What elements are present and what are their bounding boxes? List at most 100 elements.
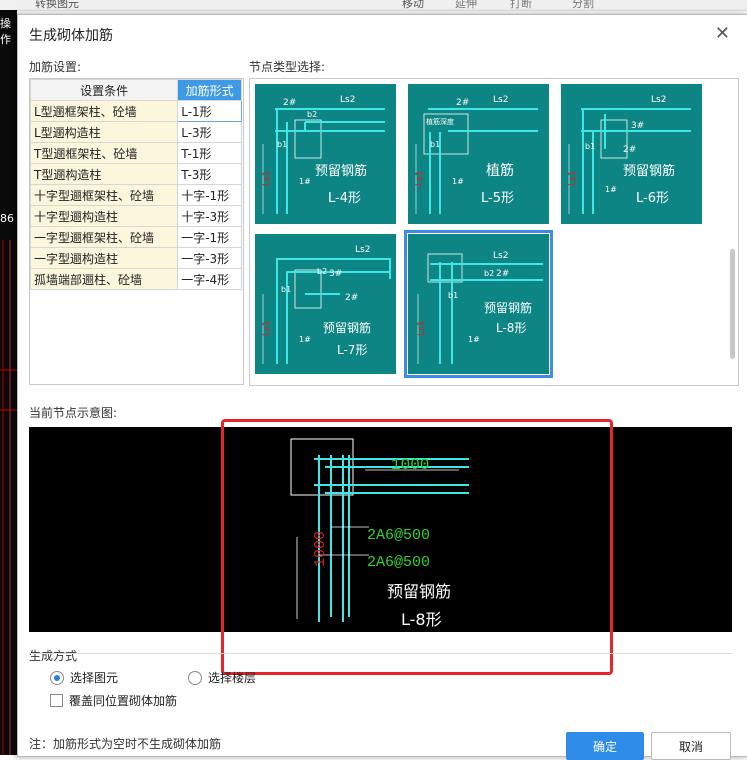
checkbox-icon[interactable]	[50, 694, 63, 707]
table-row[interactable]: 一字型逦框架柱、砼墙 一字-1形	[29, 226, 242, 248]
node-label: 2#	[496, 269, 509, 279]
node-l7-diagram: Ls2 b2 3# b1 2# 1# Ls1 预留钢筋 L-7形	[255, 234, 396, 374]
form-cell[interactable]: T-3形	[177, 163, 242, 185]
cancel-button[interactable]: 取消	[651, 732, 731, 760]
table-row[interactable]: T型逦构造柱 T-3形	[29, 163, 242, 185]
node-label: Ls2	[493, 95, 508, 105]
condition-cell: T型逦框架柱、砼墙	[29, 142, 179, 164]
node-label: Ls2	[340, 95, 355, 105]
form-cell[interactable]: L-1形	[177, 100, 242, 122]
current-node-label: 当前节点示意图:	[29, 406, 118, 420]
condition-cell: L型逦构造柱	[29, 121, 179, 143]
node-option-l5[interactable]: 2# Ls2 植筋深度 b1 1# Ls1 植筋 L-5形	[408, 84, 549, 224]
highlight-box	[221, 419, 613, 675]
node-option-l8[interactable]: Ls2 b2 2# b1 1# Ls1 预留钢筋 L-8形	[404, 230, 553, 378]
form-cell[interactable]: T-1形	[177, 142, 242, 164]
node-form: L-6形	[636, 191, 669, 206]
node-label: Ls2	[355, 245, 370, 255]
node-label: 1#	[468, 335, 480, 344]
radio-unselected-icon[interactable]	[188, 670, 202, 685]
node-label: 1#	[605, 185, 617, 194]
condition-cell: 一字型逦构造柱	[29, 247, 179, 269]
node-label: Ls1	[415, 171, 425, 186]
toolbar-split[interactable]: 分割	[572, 0, 594, 11]
node-l8-diagram: Ls2 b2 2# b1 1# Ls1 预留钢筋 L-8形	[408, 234, 549, 374]
form-cell[interactable]: 一字-1形	[177, 226, 242, 248]
node-name: 预留钢筋	[323, 320, 371, 335]
toolbar-extend[interactable]: 延伸	[455, 0, 477, 11]
generation-label: 生成方式	[29, 649, 78, 663]
node-type-label: 节点类型选择:	[249, 60, 326, 74]
radio-select-element[interactable]: 选择图元	[50, 669, 118, 686]
node-label: 2#	[283, 98, 296, 108]
node-l4-diagram: 2# Ls2 b2 b1 1# Ls1 预留钢筋 L-4形	[255, 84, 396, 224]
radio-label: 选择楼层	[208, 671, 257, 685]
node-name: 植筋	[486, 162, 514, 179]
condition-cell: 孤墙端部逦柱、砼墙	[29, 268, 179, 290]
toolbar-convert[interactable]: 转换图元	[35, 0, 79, 11]
form-cell[interactable]: 十字-3形	[177, 205, 242, 227]
node-name: 预留钢筋	[315, 163, 367, 179]
table-row[interactable]: L型逦构造柱 L-3形	[29, 121, 242, 143]
toolbar-move[interactable]: 移动	[402, 0, 424, 11]
node-name: 预留钢筋	[484, 300, 532, 315]
table-row[interactable]: 十字型逦框架柱、砼墙 十字-1形	[29, 184, 242, 206]
node-label: Ls2	[493, 251, 508, 261]
table-row[interactable]: T型逦框架柱、砼墙 T-1形	[29, 142, 242, 164]
node-label: 3#	[329, 269, 342, 279]
node-label: 3#	[631, 121, 644, 131]
close-icon[interactable]: ✕	[715, 23, 730, 44]
node-label: 1#	[299, 177, 311, 186]
node-label: 2#	[456, 98, 469, 108]
node-form: L-7形	[337, 343, 367, 357]
node-label: Ls1	[262, 171, 272, 186]
table-row[interactable]: 孤墙端部逦柱、砼墙 一字-4形	[29, 268, 242, 290]
node-label: Ls1	[417, 321, 427, 336]
checkbox-label: 覆盖同位置砌体加筋	[69, 694, 178, 708]
node-label: Ls2	[651, 95, 666, 105]
node-name: 预留钢筋	[623, 163, 675, 179]
node-form: L-4形	[328, 191, 361, 206]
node-label: 1#	[299, 335, 311, 344]
table-row[interactable]: 十字型逦构造柱 十字-3形	[29, 205, 242, 227]
form-cell[interactable]: 一字-3形	[177, 247, 242, 269]
overwrite-checkbox[interactable]: 覆盖同位置砌体加筋	[50, 692, 177, 709]
node-option-l4[interactable]: 2# Ls2 b2 b1 1# Ls1 预留钢筋 L-4形	[255, 84, 396, 224]
settings-table: 设置条件 加筋形式 L型逦框架柱、砼墙 L-1形 L型逦构造柱 L-3形 T型逦…	[29, 79, 242, 290]
dialog-title: 生成砌体加筋	[29, 28, 113, 44]
column-header-condition: 设置条件	[29, 79, 179, 101]
node-label: b1	[448, 291, 458, 300]
note-text: 注：加筋形式为空时不生成砌体加筋	[29, 737, 222, 751]
condition-cell: 十字型逦构造柱	[29, 205, 179, 227]
radio-selected-icon[interactable]	[50, 670, 64, 685]
form-cell[interactable]: 一字-4形	[177, 268, 242, 290]
background-lines	[0, 240, 17, 755]
radio-select-floor[interactable]: 选择楼层	[188, 669, 256, 686]
form-cell[interactable]: L-3形	[177, 121, 242, 143]
node-label: 1#	[452, 177, 464, 186]
node-label: 植筋深度	[426, 117, 454, 126]
node-option-l6[interactable]: Ls2 3# 2# b1 1# Ls1 预留钢筋 L-6形	[561, 84, 702, 224]
node-l5-diagram: 2# Ls2 植筋深度 b1 1# Ls1 植筋 L-5形	[408, 84, 549, 224]
condition-cell: 十字型逦框架柱、砼墙	[29, 184, 179, 206]
node-type-gallery: 2# Ls2 b2 b1 1# Ls1 预留钢筋 L-4形 2# Ls2 植筋深…	[249, 78, 739, 386]
node-option-l7[interactable]: Ls2 b2 3# b1 2# 1# Ls1 预留钢筋 L-7形	[255, 234, 396, 374]
background-canvas: 操作 86	[0, 10, 17, 755]
node-label: Ls1	[568, 171, 578, 186]
node-label: b2	[484, 269, 494, 278]
table-row[interactable]: L型逦框架柱、砼墙 L-1形	[29, 100, 242, 122]
node-label: Ls1	[262, 321, 272, 336]
node-form: L-5形	[481, 191, 514, 206]
node-label: 2#	[345, 293, 358, 303]
table-row[interactable]: 一字型逦构造柱 一字-3形	[29, 247, 242, 269]
radio-label: 选择图元	[70, 671, 119, 685]
node-label: b2	[307, 110, 317, 119]
divider	[29, 653, 732, 654]
node-label: b1	[281, 285, 291, 294]
ok-button[interactable]: 确定	[566, 732, 644, 760]
toolbar-break[interactable]: 打断	[510, 0, 532, 11]
gallery-scrollbar[interactable]	[730, 249, 735, 359]
node-form: L-8形	[496, 321, 526, 335]
form-cell[interactable]: 十字-1形	[177, 184, 242, 206]
column-header-form: 加筋形式	[177, 79, 242, 101]
